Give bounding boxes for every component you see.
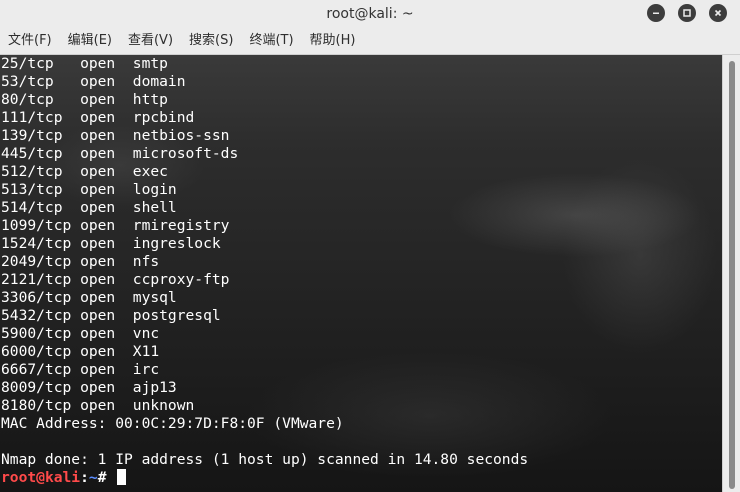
output-line: 514/tcp open shell xyxy=(1,199,177,216)
prompt-symbol: # xyxy=(97,469,116,486)
mac-address-line: MAC Address: 00:0C:29:7D:F8:0F (VMware) xyxy=(1,415,344,432)
vertical-scrollbar[interactable] xyxy=(722,55,740,492)
nmap-summary-line: Nmap done: 1 IP address (1 host up) scan… xyxy=(1,451,529,468)
prompt-user: root xyxy=(1,469,37,486)
output-line: 8180/tcp open unknown xyxy=(1,397,195,414)
prompt-at: @ xyxy=(36,469,45,486)
window-controls xyxy=(647,4,727,22)
output-line: 5900/tcp open vnc xyxy=(1,325,160,342)
output-line: 2049/tcp open nfs xyxy=(1,253,160,270)
output-line: 1524/tcp open ingreslock xyxy=(1,235,221,252)
title-bar[interactable]: root@kali: ~ xyxy=(0,0,740,28)
output-line: 5432/tcp open postgresql xyxy=(1,307,221,324)
output-line: 6000/tcp open X11 xyxy=(1,343,160,360)
output-line: 139/tcp open netbios-ssn xyxy=(1,127,230,144)
output-line: 111/tcp open rpcbind xyxy=(1,109,195,126)
menu-help[interactable]: 帮助(H) xyxy=(302,27,364,54)
menu-edit[interactable]: 编辑(E) xyxy=(60,27,120,54)
output-line: 3306/tcp open mysql xyxy=(1,289,177,306)
menu-file[interactable]: 文件(F) xyxy=(0,27,60,54)
scrollbar-thumb[interactable] xyxy=(729,61,735,489)
output-line: 6667/tcp open irc xyxy=(1,361,160,378)
prompt-host: kali xyxy=(44,469,81,486)
output-line: 445/tcp open microsoft-ds xyxy=(1,145,239,162)
terminal-lines: 25/tcp open smtp 53/tcp open domain 80/t… xyxy=(1,55,528,487)
output-line: 2121/tcp open ccproxy-ftp xyxy=(1,271,230,288)
minimize-icon xyxy=(653,12,659,14)
output-line: 1099/tcp open rmiregistry xyxy=(1,217,230,234)
prompt-separator: : xyxy=(80,469,89,486)
menu-bar: 文件(F) 编辑(E) 查看(V) 搜索(S) 终端(T) 帮助(H) xyxy=(0,27,740,55)
output-line: 512/tcp open exec xyxy=(1,163,168,180)
output-line: 25/tcp open smtp xyxy=(1,55,168,72)
output-line: 53/tcp open domain xyxy=(1,73,186,90)
output-line: 8009/tcp open ajp13 xyxy=(1,379,177,396)
menu-search[interactable]: 搜索(S) xyxy=(181,27,241,54)
terminal-output-area[interactable]: 25/tcp open smtp 53/tcp open domain 80/t… xyxy=(0,55,722,492)
close-button[interactable] xyxy=(709,4,727,22)
minimize-button[interactable] xyxy=(647,4,665,22)
output-line: 513/tcp open login xyxy=(1,181,177,198)
output-line: 80/tcp open http xyxy=(1,91,168,108)
prompt-path: ~ xyxy=(88,469,98,486)
close-icon xyxy=(714,9,722,17)
maximize-icon xyxy=(683,9,691,17)
shell-prompt[interactable]: root@kali:~# xyxy=(1,469,528,487)
maximize-button[interactable] xyxy=(678,4,696,22)
menu-terminal[interactable]: 终端(T) xyxy=(241,27,301,54)
terminal-window: root@kali: ~ 文件(F) 编辑(E) 查看(V) 搜索(S) 终端(… xyxy=(0,0,740,492)
window-title: root@kali: ~ xyxy=(326,5,414,22)
text-cursor xyxy=(117,469,127,485)
menu-view[interactable]: 查看(V) xyxy=(120,27,181,54)
